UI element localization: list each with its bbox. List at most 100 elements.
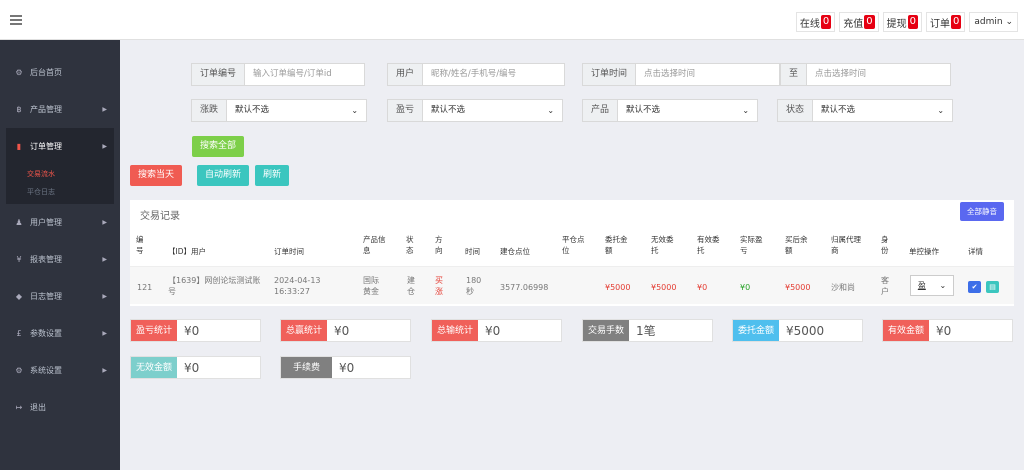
sidebar-subitem-close-log[interactable]: 平仓日志	[6, 183, 114, 201]
bitcoin-icon: ฿	[16, 105, 22, 114]
rise-fall-select[interactable]: 默认不选 ⌄	[226, 99, 368, 122]
cell-valid: ¥0	[697, 283, 708, 292]
stat-label: 盈亏统计	[131, 320, 178, 341]
status-value: 默认不选	[821, 105, 856, 115]
auto-refresh-button[interactable]: 自动刷新	[197, 165, 250, 186]
user-search-input[interactable]: 昵称/姓名/手机号/编号	[422, 63, 566, 86]
order-no-input[interactable]: 输入订单编号/订单id	[244, 63, 366, 86]
recharge-count-badge: 0	[864, 15, 875, 29]
stat-profit-loss: 盈亏统计 ¥0	[130, 319, 261, 342]
cell-role: 客户	[881, 276, 889, 296]
col-header-user: 【ID】用户	[168, 247, 206, 256]
chevron-down-icon: ⌄	[937, 106, 945, 115]
stat-value: ¥0	[485, 324, 501, 338]
status-select[interactable]: 默认不选 ⌄	[812, 99, 954, 122]
user-name: admin	[974, 17, 1003, 27]
search-today-button[interactable]: 搜索当天	[130, 165, 183, 186]
chevron-down-icon: ⌄	[351, 106, 359, 115]
to-label: 至	[780, 63, 807, 86]
col-header-pl: 实际盈亏	[740, 235, 763, 255]
sidebar-item-users[interactable]: ♟ 用户管理 ▶	[0, 204, 120, 241]
refresh-button[interactable]: 刷新	[255, 165, 290, 186]
stat-value: ¥0	[334, 324, 350, 338]
col-header-amount: 委托金额	[605, 235, 628, 255]
user-label: 用户	[387, 63, 423, 86]
check-icon[interactable]: ✔	[968, 281, 981, 293]
sidebar-item-products[interactable]: ฿ 产品管理 ▶	[0, 91, 120, 128]
end-time-input[interactable]: 点击选择时间	[806, 63, 952, 86]
chevron-right-icon: ▶	[102, 367, 107, 374]
control-select[interactable]: 盈 ⌄	[910, 275, 954, 296]
product-select[interactable]: 默认不选 ⌄	[617, 99, 759, 122]
sidebar-item-system[interactable]: ⚙ 系统设置 ▶	[0, 352, 120, 389]
cell-duration: 180秒	[466, 276, 482, 296]
sidebar: ⚙ 后台首页 ฿ 产品管理 ▶ ▮ 订单管理 ▶ 交易流水 平仓日志 ♟ 用户管理 ▶ ¥ 报表…	[0, 40, 120, 470]
recharge-label: 充值	[843, 18, 864, 30]
profit-loss-select[interactable]: 默认不选 ⌄	[422, 99, 564, 122]
search-all-button[interactable]: 搜索全部	[192, 136, 245, 157]
cell-balance: ¥5000	[785, 283, 811, 292]
orders-button[interactable]: 订单 0	[926, 12, 966, 32]
cell-id: 121	[137, 283, 153, 292]
col-header-product: 产品信息	[363, 235, 386, 255]
withdraw-label: 提现	[886, 18, 907, 30]
col-header-balance: 买后余额	[785, 235, 808, 255]
logout-icon: ↦	[15, 403, 23, 412]
chevron-right-icon: ▶	[102, 330, 107, 337]
col-header-open: 建仓点位	[500, 247, 530, 256]
col-header-invalid: 无效委托	[651, 235, 674, 255]
sidebar-item-dashboard[interactable]: ⚙ 后台首页	[0, 54, 120, 91]
stat-valid-amount: 有效金额 ¥0	[882, 319, 1013, 342]
rise-fall-filter: 涨跌 默认不选 ⌄	[191, 99, 368, 122]
chevron-right-icon: ▶	[102, 106, 107, 113]
cell-amount: ¥5000	[605, 283, 631, 292]
sidebar-item-label: 参数设置	[30, 329, 62, 338]
col-header-agent: 归属代理商	[831, 235, 861, 255]
stat-value: 1笔	[636, 324, 656, 338]
col-header-duration: 时间	[465, 247, 480, 256]
online-label: 在线	[799, 18, 820, 30]
user-menu[interactable]: admin ⌄	[969, 12, 1018, 32]
sidebar-item-reports[interactable]: ¥ 报表管理 ▶	[0, 241, 120, 278]
trade-records-panel: 交易记录 全部静音 编号 【ID】用户 订单时间 产品信息 状态 方向 时间 建…	[130, 200, 1014, 306]
sidebar-item-orders[interactable]: ▮ 订单管理 ▶	[6, 128, 114, 165]
start-time-input[interactable]: 点击选择时间	[635, 63, 781, 86]
sidebar-item-label: 订单管理	[30, 142, 62, 151]
stat-value: ¥0	[184, 324, 200, 338]
table-row: 121 【1639】网创论坛测试账号 2024-04-13 16:33:27 国…	[130, 266, 1014, 304]
rise-fall-value: 默认不选	[235, 105, 270, 115]
profit-loss-value: 默认不选	[431, 105, 466, 115]
pound-icon: £	[16, 329, 22, 338]
stat-value: ¥0	[339, 361, 355, 375]
sidebar-item-params[interactable]: £ 参数设置 ▶	[0, 315, 120, 352]
cell-agent: 沙和尚	[831, 283, 855, 292]
online-button[interactable]: 在线 0	[795, 12, 836, 32]
top-bar: 在线 0 充值 0 提现 0 订单 0 admin ⌄	[0, 0, 1024, 40]
orders-icon: ▮	[16, 142, 22, 151]
stat-lots: 交易手数 1笔	[582, 319, 713, 342]
sidebar-item-logout[interactable]: ↦ 退出	[0, 389, 120, 426]
profit-loss-label: 盈亏	[387, 99, 423, 122]
mute-all-button[interactable]: 全部静音	[960, 202, 1004, 221]
withdraw-button[interactable]: 提现 0	[882, 12, 922, 32]
sidebar-item-logs[interactable]: ◆ 日志管理 ▶	[0, 278, 120, 315]
withdraw-count-badge: 0	[907, 15, 918, 29]
chevron-down-icon: ⌄	[547, 106, 555, 115]
panel-title: 交易记录	[140, 211, 180, 222]
stat-label: 有效金额	[883, 320, 930, 341]
stat-invalid-amount: 无效金额 ¥0	[130, 356, 261, 379]
cell-user: 【1639】网创论坛测试账号	[168, 276, 261, 296]
sidebar-item-label: 后台首页	[30, 68, 62, 77]
detail-icon[interactable]: ▤	[986, 281, 999, 293]
order-no-label: 订单编号	[191, 63, 245, 86]
rise-fall-label: 涨跌	[191, 99, 227, 122]
sidebar-item-label: 用户管理	[30, 218, 62, 227]
col-header-control: 单控操作	[909, 247, 939, 256]
stat-total-loss: 总输统计 ¥0	[431, 319, 562, 342]
menu-toggle-icon[interactable]	[10, 15, 22, 25]
control-value: 盈	[917, 281, 926, 290]
sidebar-subitem-trades[interactable]: 交易流水	[6, 165, 114, 183]
col-header-time: 订单时间	[274, 247, 304, 256]
recharge-button[interactable]: 充值 0	[839, 12, 879, 32]
stat-value: ¥0	[184, 361, 200, 375]
